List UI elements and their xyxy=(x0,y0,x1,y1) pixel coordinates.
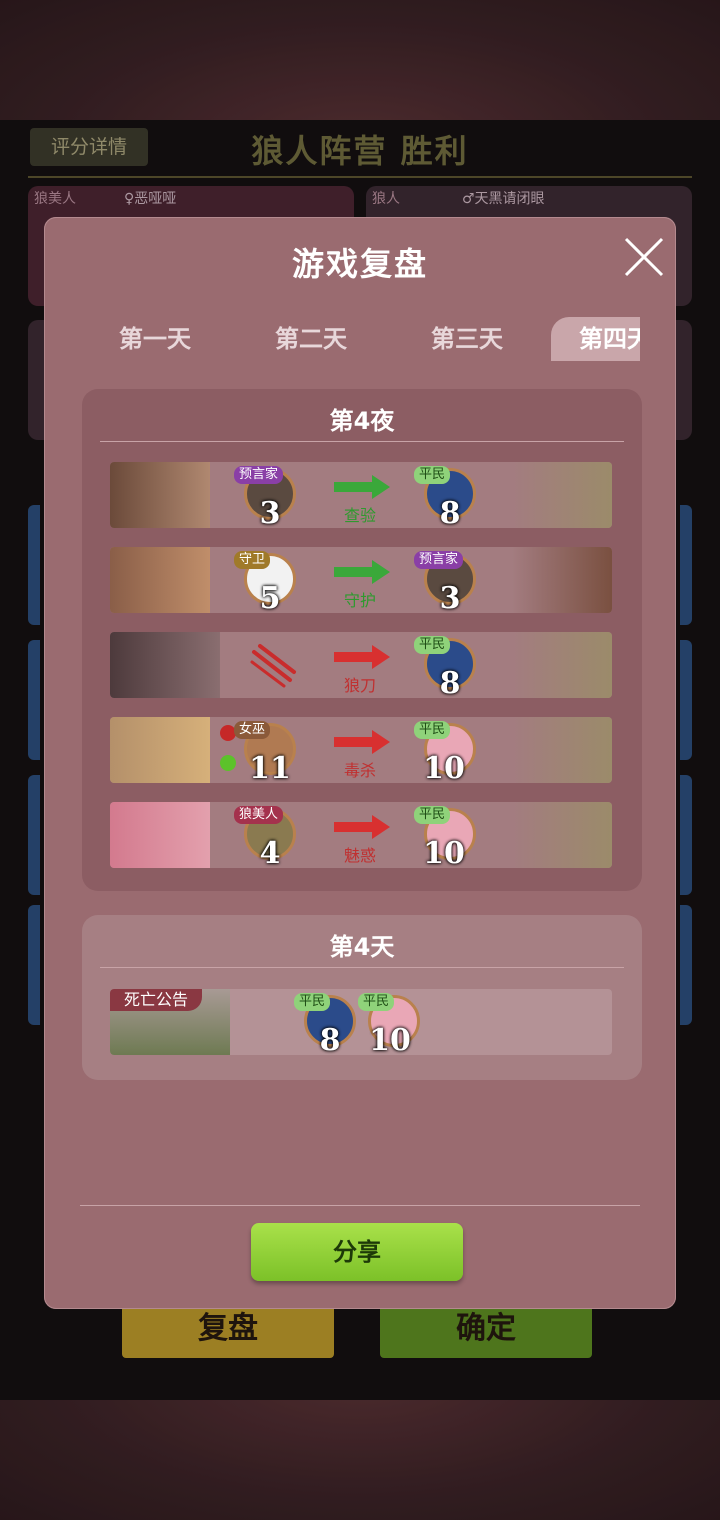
day-title: 第4天 xyxy=(329,933,395,961)
role-tag: 平民 xyxy=(414,721,451,739)
role-tag: 平民 xyxy=(414,806,451,824)
role-tag: 预言家 xyxy=(414,551,464,569)
day-panel: 第4天 死亡公告 平民 8 平民 10 xyxy=(82,915,642,1080)
witch-portrait xyxy=(110,717,210,783)
role-tag: 平民 xyxy=(358,993,395,1011)
seat-number: 3 xyxy=(439,581,461,613)
close-icon[interactable] xyxy=(622,235,666,279)
villager-portrait xyxy=(512,802,612,868)
seat-number: 4 xyxy=(259,836,281,868)
arrow-right-icon xyxy=(334,815,390,839)
tab-day-1[interactable]: 第一天 xyxy=(80,317,230,361)
arrow-right-icon xyxy=(334,730,390,754)
tab-day-4[interactable]: 第四天 xyxy=(551,317,640,361)
dialog-title: 游戏复盘 xyxy=(291,245,428,283)
night-title: 第4夜 xyxy=(329,407,395,435)
divider xyxy=(100,441,624,442)
seat-number: 8 xyxy=(439,496,461,528)
seat-number: 8 xyxy=(439,666,461,698)
share-button[interactable]: 分享 xyxy=(251,1223,463,1281)
divider xyxy=(80,1205,640,1206)
arrow-right-icon xyxy=(334,560,390,584)
game-replay-dialog: 游戏复盘 第一天 第二天 第三天 第四天 第4夜 预言家 3 查验 平民 8 守… xyxy=(44,217,676,1309)
seer-portrait xyxy=(110,462,210,528)
role-tag: 女巫 xyxy=(234,721,271,739)
night-panel: 第4夜 预言家 3 查验 平民 8 守卫 5 守护 预言家 3 狼刀 平民 8 … xyxy=(82,389,642,891)
tab-day-3[interactable]: 第三天 xyxy=(392,317,542,361)
guard-portrait xyxy=(110,547,210,613)
divider xyxy=(100,967,624,968)
action-label: 查验 xyxy=(343,506,376,525)
death-announcement: 死亡公告 平民 8 平民 10 xyxy=(110,989,612,1055)
night-action-row: 守卫 5 守护 预言家 3 xyxy=(110,547,612,613)
seat-number: 10 xyxy=(423,836,465,868)
seat-number: 5 xyxy=(259,581,281,613)
werewolf-portrait xyxy=(110,632,220,698)
night-action-row: 预言家 3 查验 平民 8 xyxy=(110,462,612,528)
action-label: 狼刀 xyxy=(343,676,376,695)
action-label: 毒杀 xyxy=(343,761,376,780)
seat-number: 3 xyxy=(259,496,281,528)
night-action-row: 女巫 11 毒杀 平民 10 xyxy=(110,717,612,783)
claw-icon xyxy=(250,644,296,688)
villager-portrait xyxy=(512,632,612,698)
seer-portrait xyxy=(512,547,612,613)
role-tag: 守卫 xyxy=(234,551,271,569)
seat-number: 11 xyxy=(249,751,291,783)
villager-portrait xyxy=(512,717,612,783)
action-label: 守护 xyxy=(343,591,376,610)
seat-number: 10 xyxy=(423,751,465,783)
role-tag: 平民 xyxy=(414,466,451,484)
night-action-row: 狼美人 4 魅惑 平民 10 xyxy=(110,802,612,868)
role-tag: 平民 xyxy=(414,636,451,654)
night-action-row: 狼刀 平民 8 xyxy=(110,632,612,698)
green-potion-icon xyxy=(220,755,236,771)
arrow-right-icon xyxy=(334,645,390,669)
action-label: 魅惑 xyxy=(343,846,376,865)
day-tabs: 第一天 第二天 第三天 第四天 xyxy=(80,317,640,361)
seat-number: 8 xyxy=(319,1023,341,1055)
wolf-beauty-portrait xyxy=(110,802,210,868)
role-tag: 预言家 xyxy=(234,466,284,484)
death-label: 死亡公告 xyxy=(110,989,203,1011)
arrow-right-icon xyxy=(334,475,390,499)
villager-portrait xyxy=(512,462,612,528)
role-tag: 狼美人 xyxy=(234,806,284,824)
seat-number: 10 xyxy=(369,1023,411,1055)
role-tag: 平民 xyxy=(294,993,331,1011)
tab-day-2[interactable]: 第二天 xyxy=(236,317,386,361)
